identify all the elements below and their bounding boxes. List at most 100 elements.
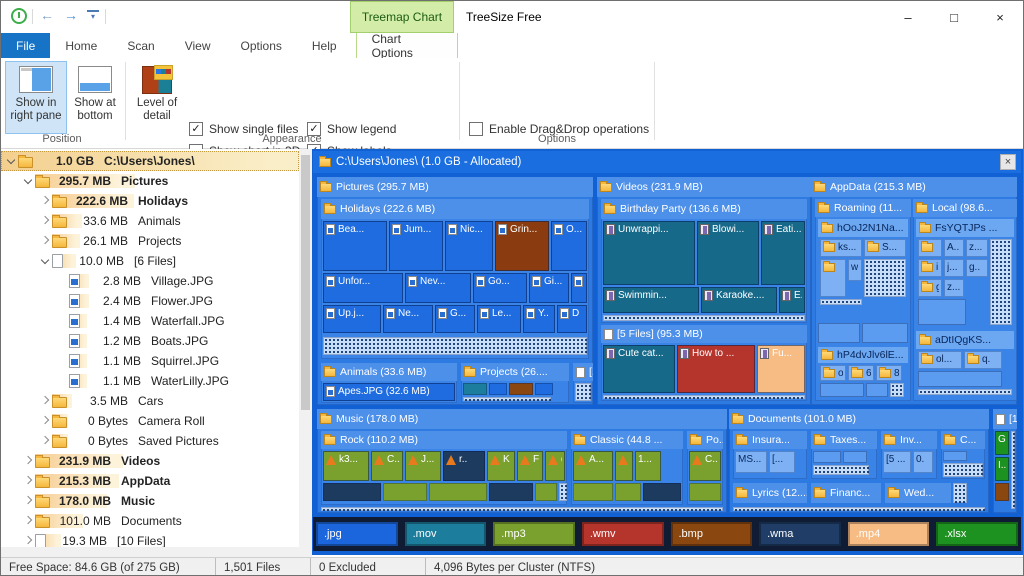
treemap-tile[interactable]: q. [964, 351, 1002, 369]
treemap-header[interactable]: Birthday Party (136.6 MB) [601, 199, 807, 219]
treemap-tile[interactable]: k3... [323, 451, 369, 481]
expand-icon[interactable] [39, 436, 52, 446]
maximize-button[interactable]: □ [931, 1, 977, 33]
expand-icon[interactable] [22, 536, 35, 546]
minimize-button[interactable]: – [885, 1, 931, 33]
treemap-tile[interactable]: J... [405, 451, 441, 481]
treemap-tile[interactable]: j... [944, 259, 964, 277]
show-at-bottom-button[interactable]: Show at bottom [69, 61, 121, 134]
treemap-tile[interactable]: C... [689, 451, 721, 481]
treemap-header[interactable]: [... [573, 363, 593, 381]
treemap-tile[interactable]: Swimmin... [603, 287, 699, 313]
tree-item[interactable]: 178.0 MB Music [1, 491, 299, 511]
treemap-tile[interactable]: o. [820, 365, 846, 381]
treemap-header[interactable]: aDtIQgKS... [916, 331, 1014, 349]
treemap-tile[interactable]: Y.. [523, 305, 555, 333]
treemap-tile[interactable]: Nev... [405, 273, 471, 303]
expand-icon[interactable] [22, 456, 35, 466]
treemap-header[interactable]: AppData (215.3 MB) [811, 177, 1017, 197]
treemap-header[interactable]: Inv... [881, 431, 937, 449]
treemap-tile[interactable]: K [487, 451, 515, 481]
tree-item[interactable]: 0 Bytes Saved Pictures [1, 431, 299, 451]
tree-item[interactable]: 19.3 MB [10 Files] [1, 531, 299, 547]
treemap-tile[interactable] [918, 239, 942, 257]
treemap-header[interactable]: Roaming (11... [815, 199, 911, 217]
treemap-tile[interactable]: z... [966, 239, 988, 257]
treemap-tile[interactable]: q [545, 451, 565, 481]
tree-item[interactable]: 222.6 MB Holidays [1, 191, 299, 211]
back-icon[interactable]: ← [37, 7, 57, 23]
treemap-header[interactable]: [5 Files] (95.3 MB) [601, 325, 807, 343]
level-of-detail-button[interactable]: Level of detail [131, 61, 183, 134]
treemap-tile[interactable]: ks... [820, 239, 862, 257]
treemap-header[interactable]: Rock (110.2 MB) [321, 431, 567, 449]
treemap-tile[interactable]: Eati... [761, 221, 805, 285]
treemap-header[interactable]: Pictures (295.7 MB) [317, 177, 593, 197]
treemap-header[interactable]: Financ... [811, 483, 881, 503]
tree-item[interactable]: 295.7 MB Pictures [1, 171, 299, 191]
tree-item[interactable]: 26.1 MB Projects [1, 231, 299, 251]
tree-item[interactable]: 10.0 MB [6 Files] [1, 251, 299, 271]
collapse-icon[interactable] [39, 256, 52, 266]
tree-item[interactable]: 231.9 MB Videos [1, 451, 299, 471]
treemap-header[interactable]: Music (178.0 MB) [317, 409, 727, 429]
treemap-tile[interactable]: Karaoke.... [701, 287, 777, 313]
treemap-tile[interactable]: G. [995, 431, 1009, 455]
treemap-tile[interactable]: I... [995, 457, 1009, 481]
treemap-header[interactable]: Wed... [885, 483, 951, 503]
treemap-header[interactable]: Lyrics (12.... [733, 483, 807, 503]
treemap-header[interactable]: [1... [993, 409, 1017, 429]
tree-item[interactable]: 215.3 MB AppData [1, 471, 299, 491]
close-button[interactable]: × [977, 1, 1023, 33]
tree-item[interactable]: 1.1 MB WaterLilly.JPG [1, 371, 299, 391]
tree-item[interactable]: 101.0 MB Documents [1, 511, 299, 531]
treemap-tile[interactable]: 0. [913, 451, 933, 473]
tab-file[interactable]: File [1, 33, 51, 58]
treemap-tile[interactable]: r.. [443, 451, 485, 481]
treemap-tile[interactable]: Fu... [757, 345, 805, 393]
tab-scan[interactable]: Scan [112, 33, 169, 58]
treemap-tile[interactable]: Y... [571, 273, 587, 303]
treemap-header[interactable]: FsYQTJPs ... [916, 219, 1014, 237]
tab-view[interactable]: View [170, 33, 226, 58]
treemap-tile[interactable]: z... [944, 279, 964, 297]
treemap-tile[interactable]: G... [435, 305, 475, 333]
treemap-tile[interactable]: 5 [615, 451, 633, 481]
tree-item[interactable]: 0 Bytes Camera Roll [1, 411, 299, 431]
tree-item[interactable]: 3.5 MB Cars [1, 391, 299, 411]
tree-item[interactable]: 1.4 MB Waterfall.JPG [1, 311, 299, 331]
treemap-tile[interactable] [820, 259, 846, 297]
treemap-header[interactable]: hOoJ2N1Na... [818, 219, 908, 237]
expand-icon[interactable] [39, 216, 52, 226]
expand-icon[interactable] [39, 396, 52, 406]
expand-icon[interactable] [39, 416, 52, 426]
treemap-tile[interactable]: Blowi... [697, 221, 759, 285]
collapse-icon[interactable] [5, 156, 18, 166]
tab-options[interactable]: Options [226, 33, 297, 58]
expand-icon[interactable] [39, 196, 52, 206]
treemap-tile[interactable]: Nic... [445, 221, 493, 271]
treemap-tile[interactable]: 8 [876, 365, 902, 381]
treemap-tile[interactable]: S... [864, 239, 906, 257]
forward-icon[interactable]: → [61, 7, 81, 23]
treemap-tile[interactable]: A... [573, 451, 613, 481]
treemap-header[interactable]: Taxes... [811, 431, 877, 449]
tree-horizontal-scrollbar[interactable] [1, 547, 312, 557]
treemap-tile[interactable]: Up.j... [323, 305, 381, 333]
treemap-header[interactable]: Holidays (222.6 MB) [321, 199, 589, 219]
tree-item[interactable]: 2.8 MB Village.JPG [1, 271, 299, 291]
treemap-tile[interactable]: Gi... [529, 273, 569, 303]
expand-icon[interactable] [39, 236, 52, 246]
treemap-tile[interactable]: A.. [944, 239, 964, 257]
tab-help[interactable]: Help [297, 33, 352, 58]
treemap-tile[interactable]: Bea... [323, 221, 387, 271]
treemap-header[interactable]: Videos (231.9 MB) [597, 177, 811, 197]
close-chart-icon[interactable]: × [1000, 154, 1016, 170]
treemap-tile[interactable]: Apes.JPG (32.6 MB) [323, 383, 455, 401]
treemap-tile[interactable]: Jum... [389, 221, 443, 271]
treemap-tile[interactable]: How to ... [677, 345, 755, 393]
treemap-tile[interactable]: [5 ... [883, 451, 911, 473]
treemap-header[interactable]: hP4dvJlv6lE... [818, 347, 908, 363]
treemap-tile[interactable]: Go... [473, 273, 527, 303]
treemap-tile[interactable]: ol... [918, 351, 962, 369]
